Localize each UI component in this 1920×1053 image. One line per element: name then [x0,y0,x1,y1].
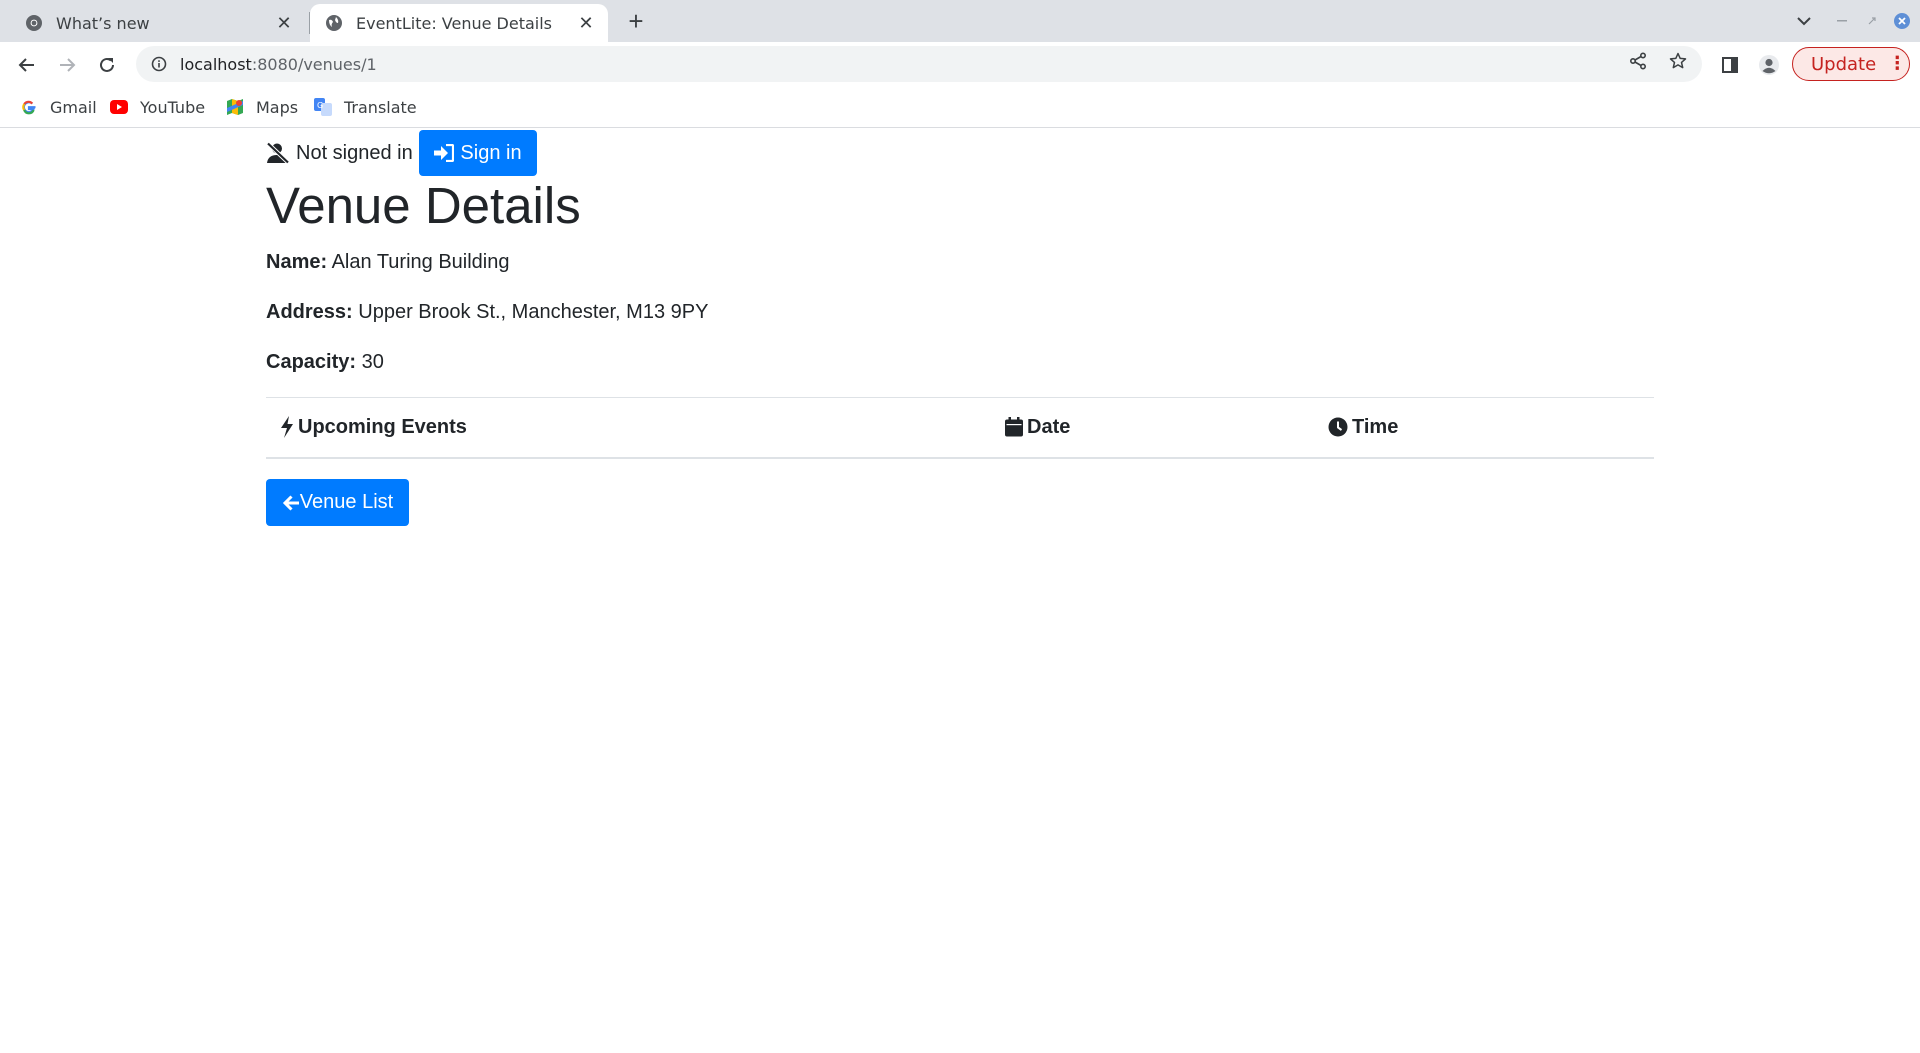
user-slash-icon [266,141,290,165]
page-title: Venue Details [266,177,581,234]
bolt-icon [281,416,293,439]
tab-title: EventLite: Venue Details [356,13,553,33]
minimize-icon[interactable] [1832,10,1852,32]
new-tab-icon[interactable]: + [624,8,648,34]
venue-capacity-label: Capacity: [266,351,357,373]
close-tab-icon[interactable]: ✕ [574,11,598,35]
bookmark-label: Maps [256,97,299,117]
forward-icon[interactable] [52,50,82,80]
bookmark-label: Gmail [50,97,97,117]
sign-in-icon [434,144,455,162]
youtube-icon [110,98,128,116]
translate-icon: G [314,98,332,116]
tab-title: What’s new [56,13,150,33]
reload-icon[interactable] [92,50,122,80]
url-path: :8080/venues/1 [251,54,377,74]
venue-name-row: Name: Alan Turing Building [266,250,509,274]
page-content: Not signed in Sign in Venue Details Name… [0,128,1920,1053]
tab-venue-details[interactable]: EventLite: Venue Details ✕ [310,4,608,42]
maps-icon [226,98,244,116]
back-icon[interactable] [12,50,42,80]
column-upcoming-events: Upcoming Events [266,397,991,459]
column-time: Time [1314,397,1654,459]
svg-text:G: G [317,101,323,110]
column-label: Upcoming Events [298,415,467,438]
venue-address-value: Upper Brook St., Manchester, M13 9PY [358,301,709,323]
venue-address-label: Address: [266,301,353,323]
arrow-left-icon [282,494,299,511]
globe-icon [324,13,344,33]
venue-name-label: Name: [266,251,328,273]
venue-list-button[interactable]: Venue List [266,479,409,526]
update-label: Update [1811,53,1877,75]
url-host: localhost [180,54,252,74]
table-header-row: Upcoming Events Date Time [266,397,1654,459]
sign-in-button[interactable]: Sign in [419,130,537,176]
tab-search-icon[interactable] [1792,10,1816,32]
bookmark-star-icon[interactable] [1668,51,1688,71]
sign-in-label: Sign in [460,141,522,164]
bookmark-label: YouTube [140,97,206,117]
venue-name-value: Alan Turing Building [331,251,510,273]
profile-avatar-icon[interactable] [1757,53,1781,77]
browser-toolbar: localhost:8080/venues/1 Update ⋮ [0,42,1920,87]
auth-status-text: Not signed in [296,141,413,164]
upcoming-events-table: Upcoming Events Date Time [266,397,1654,459]
bookmark-maps[interactable]: Maps [226,96,298,118]
site-info-icon[interactable] [150,55,168,73]
bookmarks-bar: Gmail YouTube Maps G Translate [0,87,1920,128]
tab-strip: What’s new ✕ EventLite: Venue Details ✕ … [0,0,1920,42]
restore-icon[interactable] [1862,10,1882,32]
chrome-icon [24,13,44,33]
bookmark-youtube[interactable]: YouTube [110,96,205,118]
update-button[interactable]: Update ⋮ [1792,47,1910,81]
close-window-icon[interactable] [1892,10,1912,32]
column-date: Date [991,397,1314,459]
venue-capacity-value: 30 [361,351,384,373]
venue-capacity-row: Capacity: 30 [266,350,384,374]
url-text: localhost:8080/venues/1 [180,55,1702,74]
column-label: Date [1027,415,1071,438]
bookmark-label: Translate [344,97,417,117]
more-menu-icon: ⋮ [1888,53,1907,74]
clock-icon [1328,417,1348,437]
side-panel-icon[interactable] [1718,53,1742,77]
tab-whats-new[interactable]: What’s new ✕ [0,4,306,42]
calendar-icon [1005,417,1023,437]
venue-address-row: Address: Upper Brook St., Manchester, M1… [266,300,708,324]
share-icon[interactable] [1628,51,1648,71]
venue-list-label: Venue List [299,491,394,513]
google-icon [20,98,38,116]
auth-status: Not signed in [266,130,413,176]
close-tab-icon[interactable]: ✕ [272,11,296,35]
address-bar[interactable]: localhost:8080/venues/1 [136,46,1702,82]
bookmark-gmail[interactable]: Gmail [20,96,97,118]
column-label: Time [1352,415,1399,438]
bookmark-translate[interactable]: G Translate [314,96,417,118]
